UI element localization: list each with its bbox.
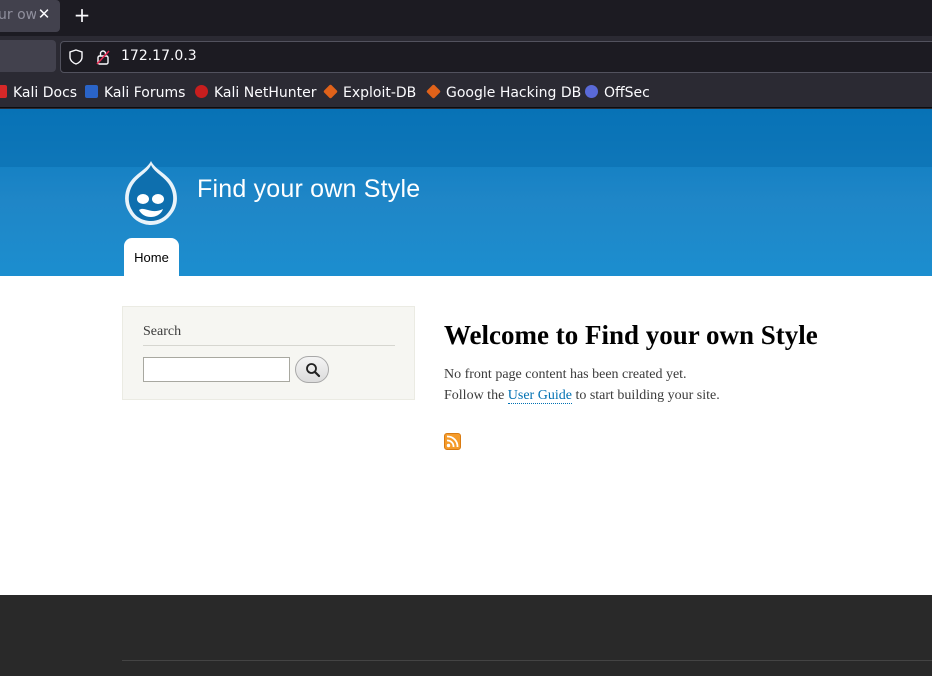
page-viewport: Find your own Style Home Search Welcome …: [0, 109, 932, 676]
url-text[interactable]: 172.17.0.3: [121, 48, 197, 64]
no-content-message: No front page content has been created y…: [444, 367, 687, 382]
bookmark-label: Google Hacking DB: [446, 85, 582, 101]
search-block: Search: [122, 306, 415, 400]
site-name[interactable]: Find your own Style: [197, 175, 420, 204]
site-header: Find your own Style Home: [0, 109, 932, 276]
tab-title: ur ow: [0, 7, 38, 23]
toolbar-button[interactable]: [0, 40, 56, 72]
search-input[interactable]: [143, 357, 290, 382]
kali-docs-icon: [0, 85, 7, 98]
divider: [143, 345, 395, 346]
bookmark-exploit-db[interactable]: Exploit-DB: [323, 83, 417, 103]
footer-divider: [122, 660, 932, 661]
page-title: Welcome to Find your own Style: [444, 320, 818, 350]
tab-strip: ur ow ✕ +: [0, 0, 932, 36]
active-tab[interactable]: ur ow ✕: [0, 0, 60, 32]
bookmark-kali-nethunter[interactable]: Kali NetHunter: [195, 83, 316, 103]
bookmarks-toolbar: Kali Docs Kali Forums Kali NetHunter Exp…: [0, 77, 932, 108]
exploit-db-icon: [323, 84, 338, 99]
bookmark-offsec[interactable]: OffSec: [585, 83, 650, 103]
bookmark-label: OffSec: [604, 85, 650, 101]
bookmark-kali-docs[interactable]: Kali Docs: [0, 83, 77, 103]
site-footer: [0, 595, 932, 676]
bookmark-label: Kali Forums: [104, 85, 186, 101]
offsec-icon: [585, 85, 598, 98]
ghdb-icon: [426, 84, 441, 99]
insecure-lock-icon[interactable]: [96, 49, 110, 65]
bookmark-label: Kali NetHunter: [214, 85, 317, 101]
tab-home-label: Home: [134, 250, 169, 265]
close-tab-icon[interactable]: ✕: [36, 5, 52, 23]
tracking-shield-icon[interactable]: [69, 49, 83, 65]
drupal-logo-icon[interactable]: [121, 159, 181, 227]
new-tab-button[interactable]: +: [72, 5, 92, 25]
user-guide-message: Follow the User Guide to start building …: [444, 388, 720, 404]
url-bar[interactable]: 172.17.0.3: [60, 41, 932, 73]
kali-forums-icon: [85, 85, 98, 98]
nav-toolbar: 172.17.0.3: [0, 36, 932, 77]
bookmark-kali-forums[interactable]: Kali Forums: [85, 83, 185, 103]
bookmark-google-hacking-db[interactable]: Google Hacking DB: [426, 83, 582, 103]
rss-feed-icon[interactable]: [444, 433, 461, 450]
bookmark-label: Kali Docs: [13, 85, 78, 101]
bookmark-label: Exploit-DB: [343, 85, 417, 101]
kali-nethunter-icon: [195, 85, 208, 98]
user-guide-link[interactable]: User Guide: [507, 388, 572, 404]
search-button[interactable]: [295, 356, 329, 383]
search-block-title: Search: [143, 324, 182, 339]
message-suffix: to start building your site.: [571, 388, 720, 403]
tab-home[interactable]: Home: [124, 238, 179, 276]
message-prefix: Follow the: [444, 388, 508, 403]
magnifier-icon: [306, 363, 321, 378]
